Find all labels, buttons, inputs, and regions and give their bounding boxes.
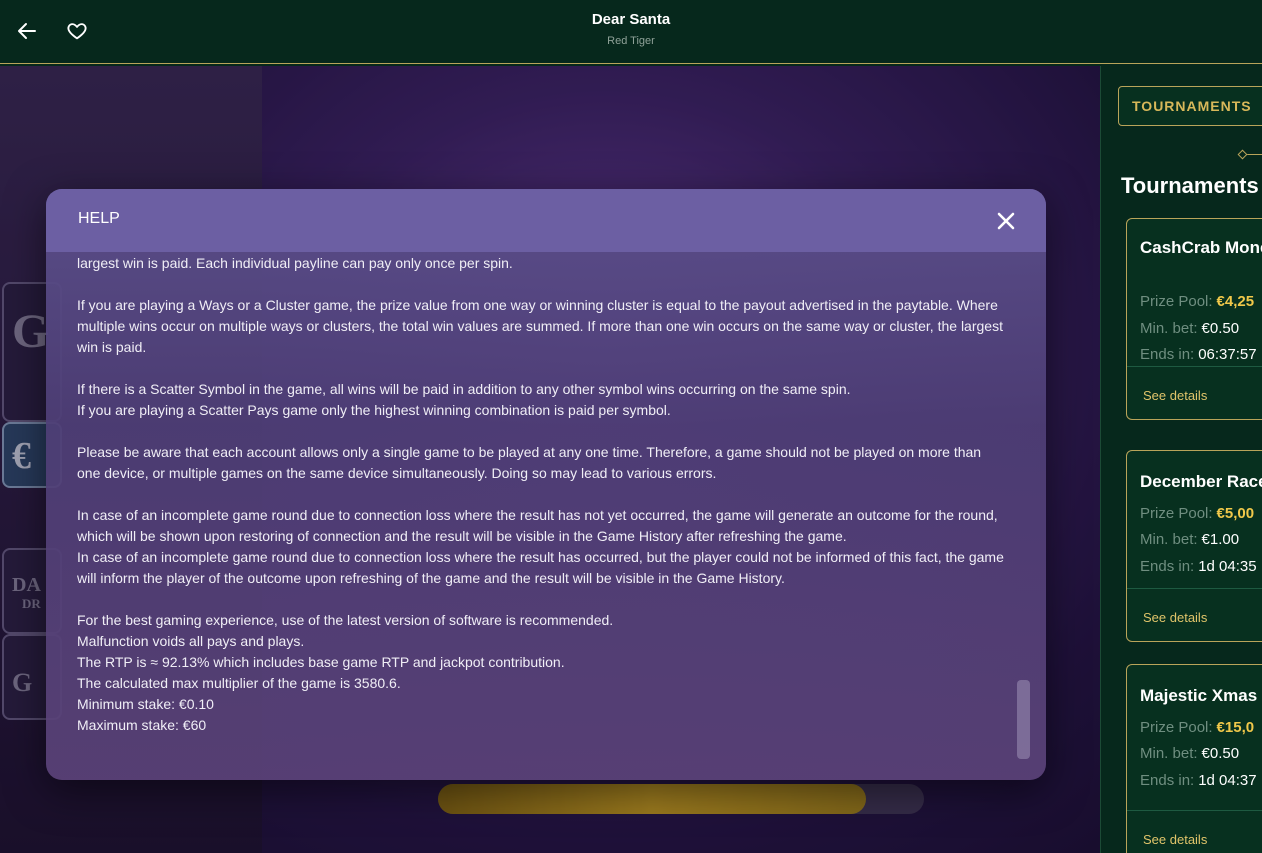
ends-in-value: 06:37:57 bbox=[1198, 346, 1257, 363]
modal-header: HELP bbox=[46, 189, 1046, 252]
min-bet-row: Min. bet: €0.50 bbox=[1140, 320, 1239, 337]
help-modal: HELP largest win is paid. Each individua… bbox=[46, 189, 1046, 780]
help-paragraph: For the best gaming experience, use of t… bbox=[77, 612, 614, 628]
help-paragraph: Please be aware that each account allows… bbox=[77, 444, 982, 481]
close-button[interactable] bbox=[994, 209, 1018, 233]
scrollbar-thumb[interactable] bbox=[1017, 680, 1030, 759]
prize-pool-label: Prize Pool: bbox=[1140, 293, 1213, 310]
game-title: Dear Santa bbox=[591, 11, 671, 28]
help-paragraph: In case of an incomplete game round due … bbox=[77, 549, 1004, 586]
min-bet-value: €1.00 bbox=[1201, 531, 1240, 548]
ends-in-row: Ends in: 1d 04:35 bbox=[1140, 558, 1257, 575]
sidebar-heading: Tournaments bbox=[1121, 173, 1259, 198]
help-paragraph: If you are playing a Scatter Pays game o… bbox=[77, 402, 671, 418]
prize-pool-value: €5,00 bbox=[1216, 505, 1255, 522]
prize-pool-value: €15,0 bbox=[1216, 719, 1255, 736]
see-details-link[interactable]: See details bbox=[1143, 832, 1207, 847]
ends-in-label: Ends in: bbox=[1140, 558, 1195, 575]
see-details-link[interactable]: See details bbox=[1143, 610, 1207, 625]
ends-in-label: Ends in: bbox=[1140, 346, 1195, 363]
prize-pool-value: €4,25 bbox=[1216, 293, 1255, 310]
tournament-name: December Race bbox=[1140, 472, 1262, 491]
prize-pool-label: Prize Pool: bbox=[1140, 505, 1213, 522]
top-bar: Dear Santa Red Tiger bbox=[0, 0, 1262, 64]
help-paragraph: In case of an incomplete game round due … bbox=[77, 507, 998, 544]
help-paragraph: If you are playing a Ways or a Cluster g… bbox=[77, 297, 1003, 355]
help-paragraph: Malfunction voids all pays and plays. bbox=[77, 633, 305, 649]
min-bet-value: €0.50 bbox=[1201, 320, 1240, 337]
close-icon bbox=[997, 212, 1015, 230]
ends-in-row: Ends in: 06:37:57 bbox=[1140, 346, 1257, 363]
prize-pool-row: Prize Pool: €15,0 bbox=[1140, 719, 1254, 736]
ends-in-value: 1d 04:35 bbox=[1198, 558, 1257, 575]
tournament-name: CashCrab Money Race bbox=[1140, 238, 1262, 257]
min-bet-label: Min. bet: bbox=[1140, 745, 1198, 762]
help-paragraph: largest win is paid. Each individual pay… bbox=[77, 255, 513, 271]
help-paragraph: Minimum stake: €0.10 bbox=[77, 696, 214, 712]
tournament-card[interactable]: CashCrab Money Race Prize Pool:€4,25 Min… bbox=[1126, 218, 1262, 420]
help-paragraph: The calculated max multiplier of the gam… bbox=[77, 675, 401, 691]
min-bet-label: Min. bet: bbox=[1140, 531, 1198, 548]
help-paragraph: Maximum stake: €60 bbox=[77, 717, 207, 733]
help-paragraph: If there is a Scatter Symbol in the game… bbox=[77, 381, 851, 397]
min-bet-row: Min. bet: €1.00 bbox=[1140, 531, 1239, 548]
game-provider: Red Tiger bbox=[607, 35, 655, 47]
tournaments-sidebar: TOURNAMENTS Tournaments CashCrab Money R… bbox=[1100, 66, 1262, 853]
min-bet-row: Min. bet: €0.50 bbox=[1140, 745, 1239, 762]
ends-in-value: 1d 04:37 bbox=[1198, 772, 1257, 789]
modal-title: HELP bbox=[78, 210, 120, 227]
tournament-card[interactable]: December Race Prize Pool: €5,00 Min. bet:… bbox=[1126, 450, 1262, 642]
ends-in-row: Ends in: 1d 04:37 bbox=[1140, 772, 1257, 789]
ends-in-label: Ends in: bbox=[1140, 772, 1195, 789]
min-bet-label: Min. bet: bbox=[1140, 320, 1198, 337]
tournaments-badge[interactable]: TOURNAMENTS bbox=[1118, 86, 1262, 126]
divider-ornament bbox=[1237, 149, 1248, 160]
tournament-card[interactable]: Majestic Xmas Prize Pool: €15,0 Min. bet:… bbox=[1126, 664, 1262, 853]
help-paragraph: The RTP is ≈ 92.13% which includes base … bbox=[77, 654, 565, 670]
tournament-name: Majestic Xmas bbox=[1140, 686, 1258, 705]
prize-pool-row: Prize Pool: €5,00 bbox=[1140, 505, 1254, 522]
help-content[interactable]: largest win is paid. Each individual pay… bbox=[77, 253, 1007, 771]
prize-pool-row: Prize Pool: €4,25 bbox=[1140, 293, 1254, 310]
prize-pool-label: Prize Pool: bbox=[1140, 719, 1213, 736]
see-details-link[interactable]: See details bbox=[1143, 388, 1207, 403]
min-bet-value: €0.50 bbox=[1201, 745, 1240, 762]
